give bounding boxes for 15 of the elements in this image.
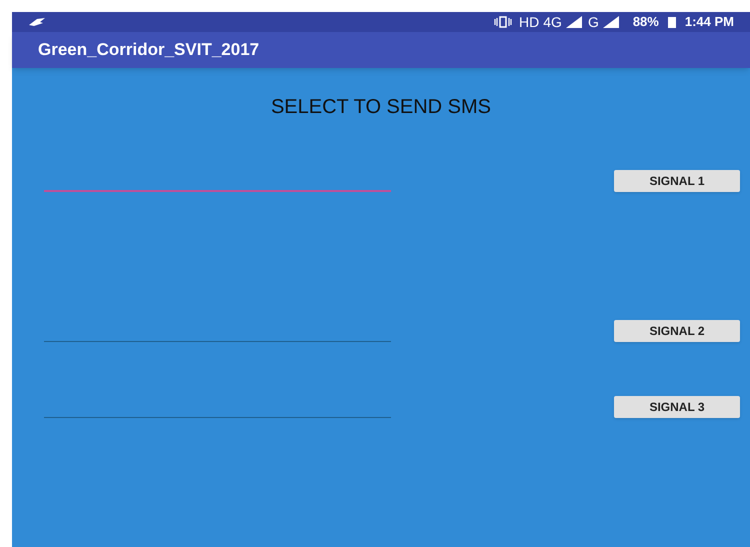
- notification-icon: [28, 17, 46, 27]
- network-label: 4G: [543, 12, 562, 32]
- network-label: G: [588, 12, 599, 32]
- clock-time: 1:44 PM: [684, 13, 734, 32]
- battery-percentage: 88%: [632, 13, 659, 32]
- signal-icon: [602, 16, 619, 28]
- signal-button[interactable]: SIGNAL 1: [614, 170, 740, 192]
- signal-button[interactable]: SIGNAL 3: [614, 396, 740, 418]
- battery-icon: [666, 16, 677, 28]
- heading: SELECT TO SEND SMS: [270, 95, 492, 120]
- app-title: Green_Corridor_SVIT_2017: [38, 39, 260, 62]
- network-label: HD: [519, 12, 540, 32]
- vibrate-icon: [493, 16, 514, 28]
- signal-button[interactable]: SIGNAL 2: [614, 320, 740, 342]
- signal-icon: [566, 16, 582, 28]
